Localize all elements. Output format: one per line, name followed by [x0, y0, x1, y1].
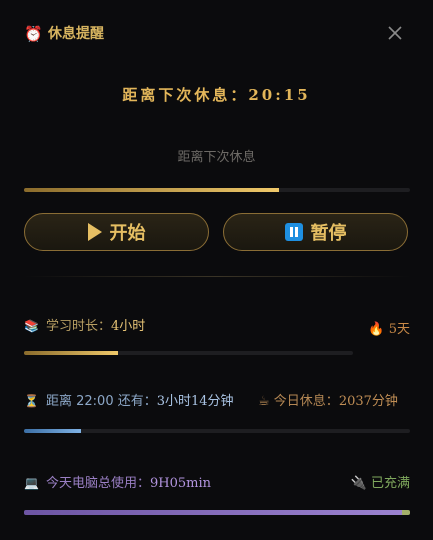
time-left-value: 3小时14分钟: [156, 394, 234, 409]
pc-usage-label: 今天电脑总使用：: [46, 476, 151, 491]
pause-button[interactable]: 暂停: [223, 213, 408, 251]
battery-status: 🔌 已充满: [351, 472, 410, 491]
start-button[interactable]: 开始: [24, 213, 209, 251]
study-progress-fill: [24, 351, 118, 355]
time-left-progress-bar: [24, 429, 410, 433]
window-title: 休息提醒: [48, 26, 104, 42]
pause-icon: [284, 223, 303, 241]
time-left-progress-fill: [24, 429, 82, 433]
fire-icon: 🔥: [368, 322, 385, 337]
streak-value: 5天: [388, 322, 410, 337]
plug-icon: 🔌: [350, 476, 367, 491]
divider: [24, 276, 410, 277]
pc-usage-progress-cap: [402, 510, 410, 515]
books-icon: 📚: [24, 319, 39, 333]
title-bar: ⏰ 休息提醒: [0, 0, 433, 66]
pc-usage-value: 9H05min: [150, 476, 212, 491]
rest-today-label: 今日休息：: [273, 394, 339, 409]
pc-usage-row: 💻 今天电脑总使用：9H05min 🔌 已充满: [24, 472, 410, 491]
battery-label: 已充满: [370, 476, 410, 491]
close-icon: [388, 26, 402, 40]
study-value: 4小时: [111, 319, 146, 334]
hourglass-icon: ⏳: [24, 394, 39, 408]
close-button[interactable]: [384, 22, 406, 44]
pc-usage-progress-bar: [24, 510, 410, 515]
pc-usage-progress-fill: [24, 510, 403, 515]
play-icon: [87, 223, 102, 241]
main-progress-bar: [24, 188, 410, 192]
rest-today-value: 2037分钟: [338, 394, 398, 409]
time-row: ⏳ 距离 22:00 还有：3小时14分钟 ☕ 今日休息：2037分钟: [24, 390, 410, 409]
main-progress-fill: [24, 188, 279, 192]
study-label: 学习时长：: [46, 319, 112, 334]
coffee-icon: ☕: [258, 394, 270, 409]
rest-today: ☕ 今日休息：2037分钟: [258, 390, 398, 409]
streak-badge: 🔥 5天: [368, 318, 410, 337]
start-button-label: 开始: [109, 223, 146, 244]
study-row: 📚 学习时长：4小时 🔥 5天: [24, 315, 410, 337]
pause-button-label: 暂停: [310, 223, 347, 244]
countdown-label: 距离下次休息：20:15: [122, 86, 311, 104]
laptop-icon: 💻: [24, 476, 39, 490]
study-progress-bar: [24, 351, 353, 355]
alarm-clock-icon: ⏰: [24, 25, 43, 43]
subtitle: 距离下次休息: [177, 150, 256, 165]
time-left-label: 距离 22:00 还有：: [46, 394, 157, 409]
